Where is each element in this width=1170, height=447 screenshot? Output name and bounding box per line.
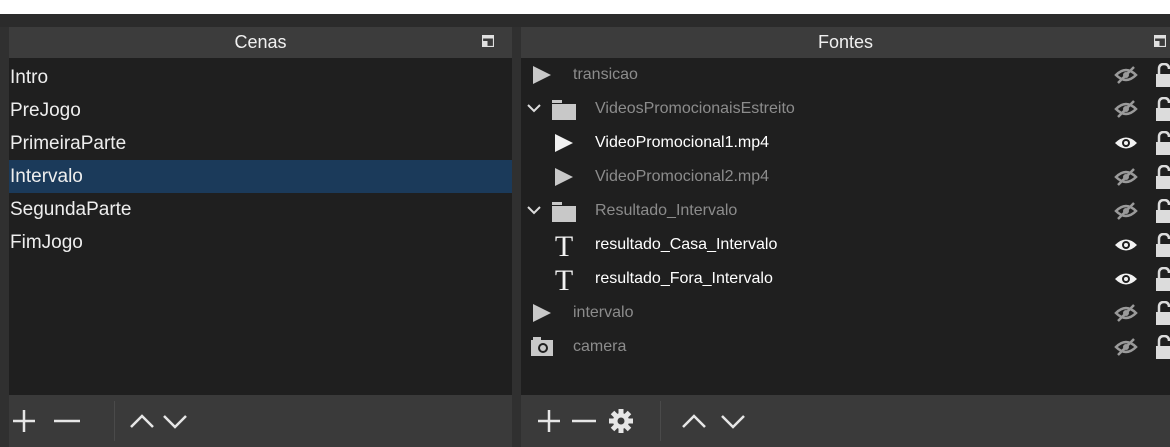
chevron-down-icon[interactable] [527, 203, 541, 217]
media-play-icon [529, 62, 555, 88]
move-up-button[interactable] [127, 406, 157, 436]
media-play-icon [551, 130, 577, 156]
dock-splitter[interactable] [512, 27, 521, 447]
unlock-icon[interactable] [1156, 62, 1170, 87]
add-scene-button[interactable] [9, 406, 39, 436]
sources-title: Fontes [817, 32, 874, 52]
toolbar-separator [114, 401, 115, 441]
toolbar-separator [660, 401, 661, 441]
source-label: camera [573, 338, 627, 355]
source-row[interactable]: Tresultado_Fora_Intervalo [521, 262, 1170, 297]
media-play-icon [551, 164, 577, 190]
unlock-icon[interactable] [1156, 96, 1170, 121]
unlock-icon[interactable] [1156, 266, 1170, 291]
scene-item[interactable]: PreJogo [9, 94, 512, 127]
scene-item[interactable]: Intervalo [9, 160, 512, 193]
left-padding [0, 27, 9, 447]
source-label: VideoPromocional1.mp4 [595, 134, 770, 151]
move-down-button[interactable] [160, 406, 190, 436]
unlock-icon[interactable] [1156, 130, 1170, 155]
svg-text:T: T [555, 266, 573, 292]
source-label: VideoPromocional2.mp4 [595, 168, 770, 185]
text-icon: T [551, 230, 577, 263]
scenes-title: Cenas [234, 32, 287, 52]
scene-label: PreJogo [10, 100, 81, 121]
scene-label: SegundaParte [10, 199, 132, 220]
eye-hidden-icon[interactable] [1114, 338, 1138, 356]
sources-toolbar [521, 395, 1170, 447]
scene-item[interactable]: Intro [9, 61, 512, 94]
source-label: Resultado_Intervalo [595, 202, 738, 219]
scene-label: Intervalo [10, 166, 83, 187]
media-play-icon [529, 300, 555, 326]
remove-source-button[interactable] [569, 406, 599, 436]
scenes-toolbar [9, 395, 512, 447]
top-strip [0, 0, 1170, 14]
source-row[interactable]: camera [521, 330, 1170, 364]
unlock-icon[interactable] [1156, 164, 1170, 189]
unlock-icon[interactable] [1156, 232, 1170, 257]
scene-item[interactable]: SegundaParte [9, 193, 512, 226]
unlock-icon[interactable] [1156, 198, 1170, 223]
add-source-button[interactable] [534, 406, 564, 436]
scenes-dock: Cenas Intro PreJogo PrimeiraParte Intervalo… [9, 27, 512, 447]
scene-label: PrimeiraParte [10, 133, 127, 154]
svg-text:T: T [555, 232, 573, 258]
sources-dock: Fontes transicao VideosPromocionaisEstrei… [521, 27, 1170, 447]
source-label: VideosPromocionaisEstreito [595, 100, 795, 117]
move-up-button[interactable] [679, 406, 709, 436]
scene-label: FimJogo [10, 232, 83, 253]
source-row[interactable]: VideoPromocional1.mp4 [521, 126, 1170, 160]
source-label: intervalo [573, 304, 634, 321]
folder-icon [551, 96, 577, 122]
source-row[interactable]: VideosPromocionaisEstreito [521, 92, 1170, 126]
sources-list: transicao VideosPromocionaisEstreito Video… [521, 58, 1170, 364]
source-row[interactable]: Resultado_Intervalo [521, 194, 1170, 228]
source-row[interactable]: intervalo [521, 296, 1170, 330]
folder-icon [551, 198, 577, 224]
scene-item[interactable]: PrimeiraParte [9, 127, 512, 160]
scene-label: Intro [10, 67, 49, 88]
eye-hidden-icon[interactable] [1114, 202, 1138, 220]
undock-icon[interactable] [1154, 35, 1166, 47]
remove-scene-button[interactable] [52, 406, 82, 436]
unlock-icon[interactable] [1156, 300, 1170, 325]
eye-icon[interactable] [1114, 134, 1138, 152]
eye-hidden-icon[interactable] [1114, 168, 1138, 186]
eye-icon[interactable] [1114, 236, 1138, 254]
source-label: transicao [573, 66, 638, 83]
eye-icon[interactable] [1114, 270, 1138, 288]
eye-hidden-icon[interactable] [1114, 100, 1138, 118]
scenes-list: Intro PreJogo PrimeiraParte Intervalo Segund… [9, 58, 512, 259]
gear-icon[interactable] [606, 406, 636, 436]
scenes-header: Cenas [9, 27, 512, 58]
source-label: resultado_Fora_Intervalo [595, 270, 773, 287]
source-label: resultado_Casa_Intervalo [595, 236, 778, 253]
camera-icon [529, 334, 555, 360]
source-row[interactable]: transicao [521, 58, 1170, 92]
move-down-button[interactable] [718, 406, 748, 436]
source-row[interactable]: Tresultado_Casa_Intervalo [521, 228, 1170, 263]
eye-hidden-icon[interactable] [1114, 304, 1138, 322]
scene-item[interactable]: FimJogo [9, 226, 512, 259]
chevron-down-icon[interactable] [527, 101, 541, 115]
eye-hidden-icon[interactable] [1114, 66, 1138, 84]
sources-header: Fontes [521, 27, 1170, 58]
text-icon: T [551, 264, 577, 297]
unlock-icon[interactable] [1156, 334, 1170, 359]
undock-icon[interactable] [482, 35, 494, 47]
source-row[interactable]: VideoPromocional2.mp4 [521, 160, 1170, 194]
